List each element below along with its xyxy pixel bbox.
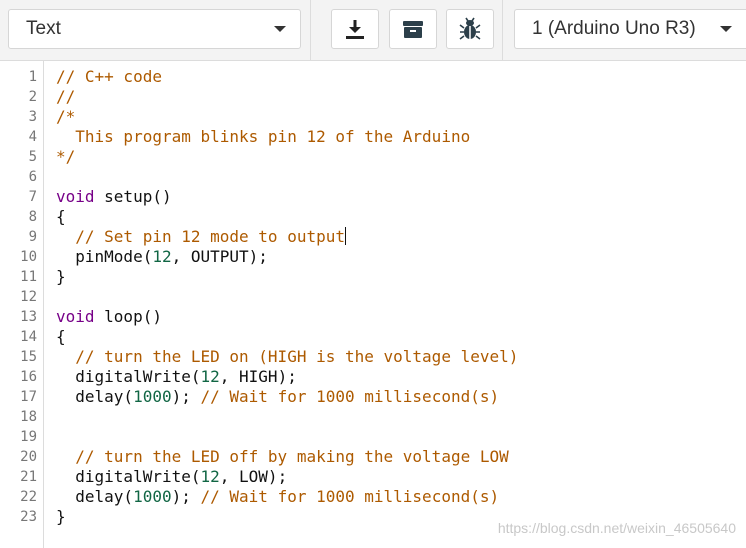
- code-token-keyword: void: [56, 307, 95, 326]
- code-line[interactable]: // Set pin 12 mode to output: [56, 227, 346, 247]
- code-token-comment: // turn the LED on (HIGH is the voltage …: [75, 347, 519, 366]
- code-token-plain: loop(): [94, 307, 162, 326]
- line-number: 23: [20, 509, 37, 525]
- code-line[interactable]: {: [56, 207, 66, 227]
- code-token-number: 1000: [133, 487, 172, 506]
- chevron-down-icon: [274, 26, 286, 32]
- code-token-comment: // Wait for 1000 millisecond(s): [200, 387, 500, 406]
- code-line[interactable]: This program blinks pin 12 of the Arduin…: [56, 127, 470, 147]
- code-token-plain: );: [171, 387, 201, 406]
- code-line[interactable]: // turn the LED off by making the voltag…: [56, 447, 509, 467]
- line-number: 15: [20, 349, 37, 365]
- code-token-comment: */: [56, 147, 76, 166]
- code-line[interactable]: // turn the LED on (HIGH is the voltage …: [56, 347, 518, 367]
- line-number: 7: [28, 189, 37, 205]
- code-mode-select[interactable]: Text: [8, 9, 301, 49]
- toolbar: Text 1 (Arduino Uno R3): [0, 0, 746, 61]
- line-number: 18: [20, 409, 37, 425]
- code-token-plain: delay(: [56, 487, 134, 506]
- line-number: 3: [28, 109, 37, 125]
- code-line[interactable]: /*: [56, 107, 75, 127]
- code-token-number: 12: [200, 467, 220, 486]
- code-line[interactable]: delay(1000); // Wait for 1000 millisecon…: [56, 387, 499, 407]
- code-line[interactable]: {: [56, 327, 66, 347]
- code-line[interactable]: digitalWrite(12, HIGH);: [56, 367, 297, 387]
- code-token-plain: , OUTPUT);: [171, 247, 268, 266]
- line-number: 11: [20, 269, 37, 285]
- code-token-comment: // Set pin 12 mode to output: [75, 227, 345, 246]
- code-token-plain: digitalWrite(: [56, 367, 201, 386]
- line-number: 4: [28, 129, 37, 145]
- code-token-comment: // C++ code: [56, 67, 162, 86]
- library-icon: [403, 21, 423, 38]
- code-token-plain: {: [56, 207, 66, 226]
- line-number: 9: [28, 229, 37, 245]
- device-select-value: 1 (Arduino Uno R3): [532, 18, 696, 39]
- code-token-plain: }: [56, 507, 66, 526]
- code-token-comment: This program blinks pin 12 of the Arduin…: [56, 127, 471, 146]
- code-token-keyword: void: [56, 187, 95, 206]
- code-token-number: 12: [152, 247, 172, 266]
- code-line[interactable]: delay(1000); // Wait for 1000 millisecon…: [56, 487, 499, 507]
- download-icon: [346, 20, 364, 39]
- code-token-plain: }: [56, 267, 66, 286]
- code-token-plain: );: [171, 487, 201, 506]
- line-number: 12: [20, 289, 37, 305]
- text-cursor: [344, 227, 346, 245]
- code-line[interactable]: void loop(): [56, 307, 162, 327]
- line-number: 20: [20, 449, 37, 465]
- code-token-comment: // Wait for 1000 millisecond(s): [200, 487, 500, 506]
- line-number: 16: [20, 369, 37, 385]
- code-token-comment: /*: [56, 107, 76, 126]
- code-token-comment: //: [56, 87, 76, 106]
- line-number: 19: [20, 429, 37, 445]
- code-token-plain: , HIGH);: [219, 367, 297, 386]
- code-token-number: 12: [200, 367, 220, 386]
- code-token-plain: digitalWrite(: [56, 467, 201, 486]
- code-line[interactable]: }: [56, 267, 66, 287]
- line-number: 22: [20, 489, 37, 505]
- code-token-plain: pinMode(: [56, 247, 153, 266]
- watermark: https://blog.csdn.net/weixin_46505640: [497, 520, 736, 536]
- code-token-plain: , LOW);: [219, 467, 288, 486]
- line-number: 17: [20, 389, 37, 405]
- code-token-number: 1000: [133, 387, 172, 406]
- code-token-plain: setup(): [94, 187, 172, 206]
- line-number: 8: [28, 209, 37, 225]
- code-editor[interactable]: 1 2 3 4 5 6 7 8 9 10 11 12 13 14 15 16 17 18 19 20 21 22 23 //…: [0, 61, 746, 548]
- code-line[interactable]: }: [56, 507, 66, 527]
- code-line[interactable]: digitalWrite(12, LOW);: [56, 467, 287, 487]
- code-line[interactable]: //: [56, 87, 75, 107]
- line-number: 14: [20, 329, 37, 345]
- bug-icon: [459, 17, 481, 40]
- line-number-gutter: 1 2 3 4 5 6 7 8 9 10 11 12 13 14 15 16 17 18 19 20 21 22 23: [0, 61, 44, 548]
- line-number: 13: [20, 309, 37, 325]
- code-line[interactable]: void setup(): [56, 187, 172, 207]
- chevron-down-icon: [720, 26, 732, 32]
- line-number: 6: [28, 169, 37, 185]
- line-number: 1: [28, 69, 37, 85]
- code-line[interactable]: // C++ code: [56, 67, 162, 87]
- debugger-button[interactable]: [446, 9, 494, 49]
- code-mode-value: Text: [26, 18, 61, 39]
- line-number: 5: [28, 149, 37, 165]
- toolbar-divider: [310, 0, 311, 61]
- toolbar-divider: [502, 0, 503, 61]
- download-button[interactable]: [331, 9, 379, 49]
- device-select[interactable]: 1 (Arduino Uno R3): [514, 9, 746, 49]
- line-number: 2: [28, 89, 37, 105]
- code-token-comment: // turn the LED off by making the voltag…: [75, 447, 509, 466]
- code-token-plain: delay(: [56, 387, 134, 406]
- component-library-button[interactable]: [389, 9, 437, 49]
- code-token-plain: {: [56, 327, 66, 346]
- line-number: 10: [20, 249, 37, 265]
- line-number: 21: [20, 469, 37, 485]
- code-line[interactable]: */: [56, 147, 75, 167]
- code-line[interactable]: pinMode(12, OUTPUT);: [56, 247, 268, 267]
